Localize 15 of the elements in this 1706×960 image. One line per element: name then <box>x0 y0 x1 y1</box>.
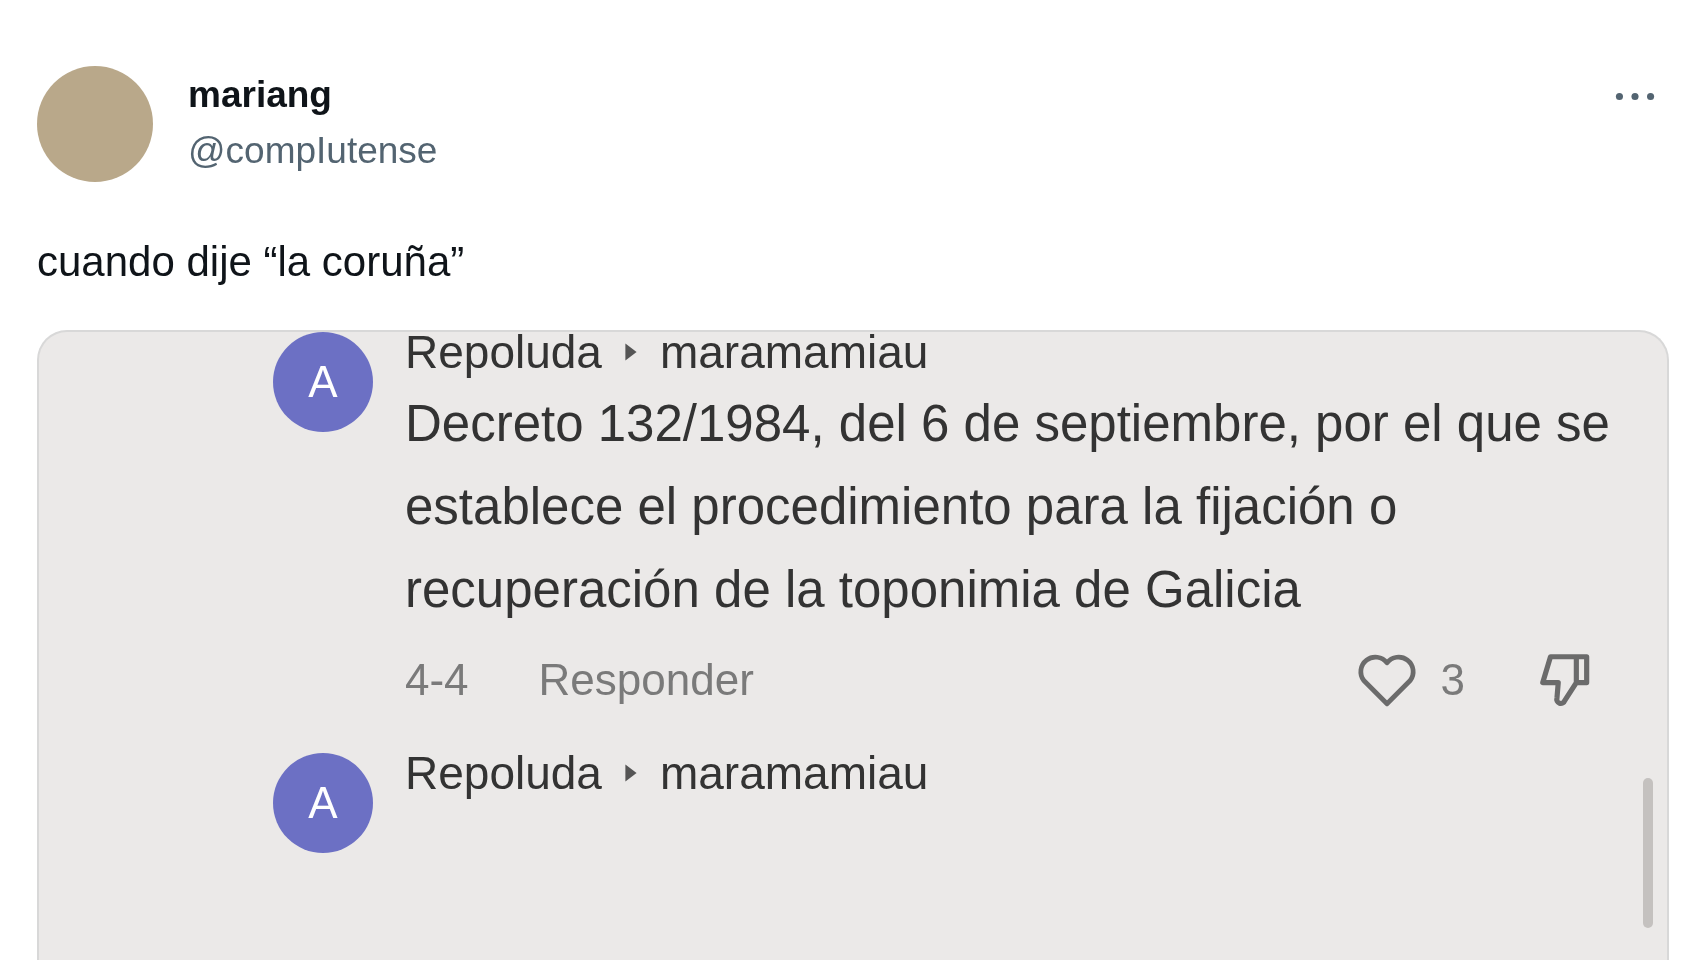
more-options-icon[interactable] <box>1615 92 1655 101</box>
comment-text: Decreto 132/1984, del 6 de septiembre, por el que se establece el procedimiento para la fijación o recuperación de la toponimia de Galicia <box>405 394 1611 620</box>
comment-avatar: A <box>273 753 373 853</box>
reply-to-name: maramamiau <box>659 332 929 375</box>
reply-arrow-icon <box>623 342 638 362</box>
reply-link[interactable]: Responder <box>538 655 754 705</box>
author-handle[interactable]: @compIutense <box>188 130 1580 172</box>
like-count: 3 <box>1440 655 1465 705</box>
comment-avatar: A <box>273 332 373 432</box>
author-name[interactable]: mariang <box>188 74 1580 116</box>
scrollbar[interactable] <box>1643 778 1653 928</box>
reply-arrow-icon <box>623 763 638 783</box>
tweet-text: cuando dije “la coruña” <box>37 238 466 286</box>
reply-to-name: maramamiau <box>659 750 929 796</box>
comment-date: 4-4 <box>405 655 469 705</box>
